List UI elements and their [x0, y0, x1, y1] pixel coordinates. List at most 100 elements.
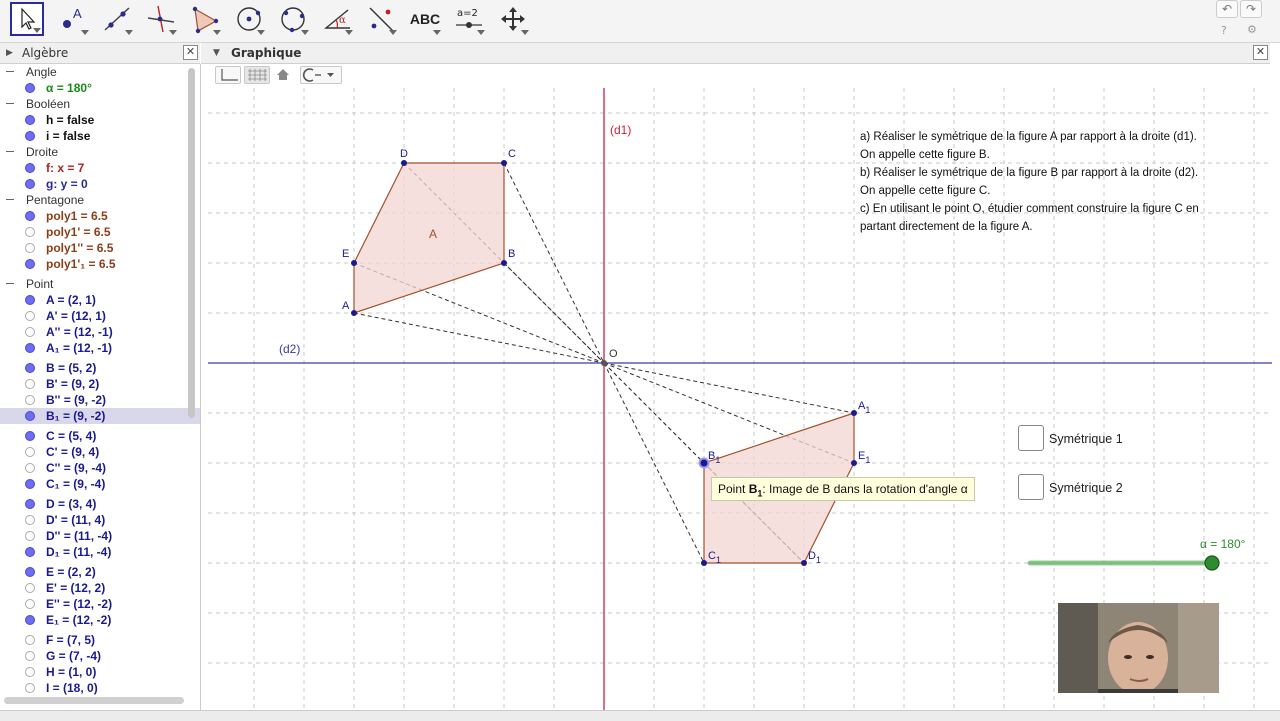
- visibility-toggle-icon[interactable]: [25, 379, 35, 389]
- visibility-toggle-icon[interactable]: [25, 463, 35, 473]
- collapse-minus-icon[interactable]: [6, 199, 14, 200]
- visibility-toggle-icon[interactable]: [25, 363, 35, 373]
- perpendicular-tool[interactable]: [144, 2, 178, 36]
- visibility-toggle-icon[interactable]: [25, 651, 35, 661]
- algebra-item[interactable]: F = (7, 5): [0, 632, 200, 648]
- algebra-item[interactable]: poly1 = 6.5: [0, 208, 200, 224]
- visibility-toggle-icon[interactable]: [25, 327, 35, 337]
- visibility-toggle-icon[interactable]: [25, 227, 35, 237]
- algebra-item[interactable]: B'' = (9, -2): [0, 392, 200, 408]
- circle-3points-tool[interactable]: [276, 2, 310, 36]
- slider-knob[interactable]: [1204, 555, 1220, 571]
- algebra-item[interactable]: A' = (12, 1): [0, 308, 200, 324]
- algebra-item[interactable]: A = (2, 1): [0, 292, 200, 308]
- toggle-axes-button[interactable]: [215, 66, 241, 84]
- visibility-toggle-icon[interactable]: [25, 295, 35, 305]
- algebra-item[interactable]: D' = (11, 4): [0, 512, 200, 528]
- visibility-toggle-icon[interactable]: [25, 547, 35, 557]
- visibility-toggle-icon[interactable]: [25, 447, 35, 457]
- home-view-button[interactable]: [274, 66, 294, 84]
- collapse-minus-icon[interactable]: [6, 151, 14, 152]
- alpha-slider[interactable]: [1027, 555, 1220, 571]
- move-graphics-tool[interactable]: [496, 2, 530, 36]
- point-c1[interactable]: [701, 560, 707, 566]
- point-o[interactable]: [601, 360, 607, 366]
- algebra-item[interactable]: H = (1, 0): [0, 664, 200, 680]
- algebra-item[interactable]: G = (7, -4): [0, 648, 200, 664]
- visibility-toggle-icon[interactable]: [25, 567, 35, 577]
- visibility-toggle-icon[interactable]: [25, 479, 35, 489]
- visibility-toggle-icon[interactable]: [25, 343, 35, 353]
- visibility-toggle-icon[interactable]: [25, 131, 35, 141]
- algebra-vertical-scrollbar[interactable]: [188, 68, 195, 418]
- collapse-arrow-icon[interactable]: ▶: [6, 43, 13, 63]
- collapse-minus-icon[interactable]: [6, 283, 14, 284]
- algebra-item[interactable]: E' = (12, 2): [0, 580, 200, 596]
- close-graphics-button[interactable]: ✕: [1253, 45, 1268, 60]
- algebra-item[interactable]: A'' = (12, -1): [0, 324, 200, 340]
- algebra-item[interactable]: i = false: [0, 128, 200, 144]
- collapse-minus-icon[interactable]: [6, 103, 14, 104]
- algebra-item[interactable]: D'' = (11, -4): [0, 528, 200, 544]
- algebra-item[interactable]: A₁ = (12, -1): [0, 340, 200, 356]
- visibility-toggle-icon[interactable]: [25, 667, 35, 677]
- text-tool[interactable]: ABC: [408, 2, 442, 36]
- visibility-toggle-icon[interactable]: [25, 531, 35, 541]
- point-d[interactable]: [401, 160, 407, 166]
- algebra-item[interactable]: I = (18, 0): [0, 680, 200, 696]
- collapse-minus-icon[interactable]: [6, 71, 14, 72]
- visibility-toggle-icon[interactable]: [25, 499, 35, 509]
- visibility-toggle-icon[interactable]: [25, 431, 35, 441]
- visibility-toggle-icon[interactable]: [25, 311, 35, 321]
- point-tool[interactable]: A: [56, 2, 90, 36]
- visibility-toggle-icon[interactable]: [25, 615, 35, 625]
- algebra-item[interactable]: B = (5, 2): [0, 360, 200, 376]
- visibility-toggle-icon[interactable]: [25, 259, 35, 269]
- algebra-item[interactable]: E = (2, 2): [0, 564, 200, 580]
- visibility-toggle-icon[interactable]: [25, 583, 35, 593]
- undo-button[interactable]: ↶: [1216, 0, 1238, 18]
- algebra-category[interactable]: Booléen: [0, 96, 200, 112]
- visibility-toggle-icon[interactable]: [25, 515, 35, 525]
- algebra-item[interactable]: D = (3, 4): [0, 496, 200, 512]
- visibility-toggle-icon[interactable]: [25, 163, 35, 173]
- visibility-toggle-icon[interactable]: [25, 683, 35, 693]
- algebra-item[interactable]: B' = (9, 2): [0, 376, 200, 392]
- algebra-category[interactable]: Point: [0, 276, 200, 292]
- algebra-item[interactable]: poly1'₁ = 6.5: [0, 256, 200, 272]
- visibility-toggle-icon[interactable]: [25, 243, 35, 253]
- point-d1[interactable]: [801, 560, 807, 566]
- algebra-item[interactable]: poly1'' = 6.5: [0, 240, 200, 256]
- checkbox-symetrique-2[interactable]: [1018, 474, 1044, 500]
- visibility-toggle-icon[interactable]: [25, 211, 35, 221]
- algebra-item[interactable]: B₁ = (9, -2): [0, 408, 200, 424]
- toggle-grid-button[interactable]: [244, 66, 270, 84]
- algebra-item[interactable]: C'' = (9, -4): [0, 460, 200, 476]
- algebra-item[interactable]: h = false: [0, 112, 200, 128]
- algebra-category[interactable]: Pentagone: [0, 192, 200, 208]
- visibility-toggle-icon[interactable]: [25, 635, 35, 645]
- algebra-item[interactable]: poly1' = 6.5: [0, 224, 200, 240]
- point-e1[interactable]: [851, 460, 857, 466]
- checkbox-symetrique-1[interactable]: [1018, 425, 1044, 451]
- algebra-item[interactable]: C' = (9, 4): [0, 444, 200, 460]
- algebra-item[interactable]: g: y = 0: [0, 176, 200, 192]
- algebra-item[interactable]: C₁ = (9, -4): [0, 476, 200, 492]
- point-a[interactable]: [351, 310, 357, 316]
- visibility-toggle-icon[interactable]: [25, 411, 35, 421]
- point-a1[interactable]: [851, 410, 857, 416]
- algebra-item[interactable]: E₁ = (12, -2): [0, 612, 200, 628]
- visibility-toggle-icon[interactable]: [25, 599, 35, 609]
- algebra-item[interactable]: E'' = (12, -2): [0, 596, 200, 612]
- angle-tool[interactable]: α: [320, 2, 354, 36]
- point-c[interactable]: [501, 160, 507, 166]
- close-algebra-button[interactable]: ✕: [183, 45, 198, 60]
- visibility-toggle-icon[interactable]: [25, 179, 35, 189]
- algebra-horizontal-scrollbar[interactable]: [4, 697, 184, 704]
- redo-button[interactable]: ↷: [1240, 0, 1262, 18]
- move-tool[interactable]: [10, 2, 44, 36]
- algebra-category[interactable]: Angle: [0, 64, 200, 80]
- point-b[interactable]: [501, 260, 507, 266]
- slider-tool[interactable]: a=2: [452, 2, 486, 36]
- visibility-toggle-icon[interactable]: [25, 83, 35, 93]
